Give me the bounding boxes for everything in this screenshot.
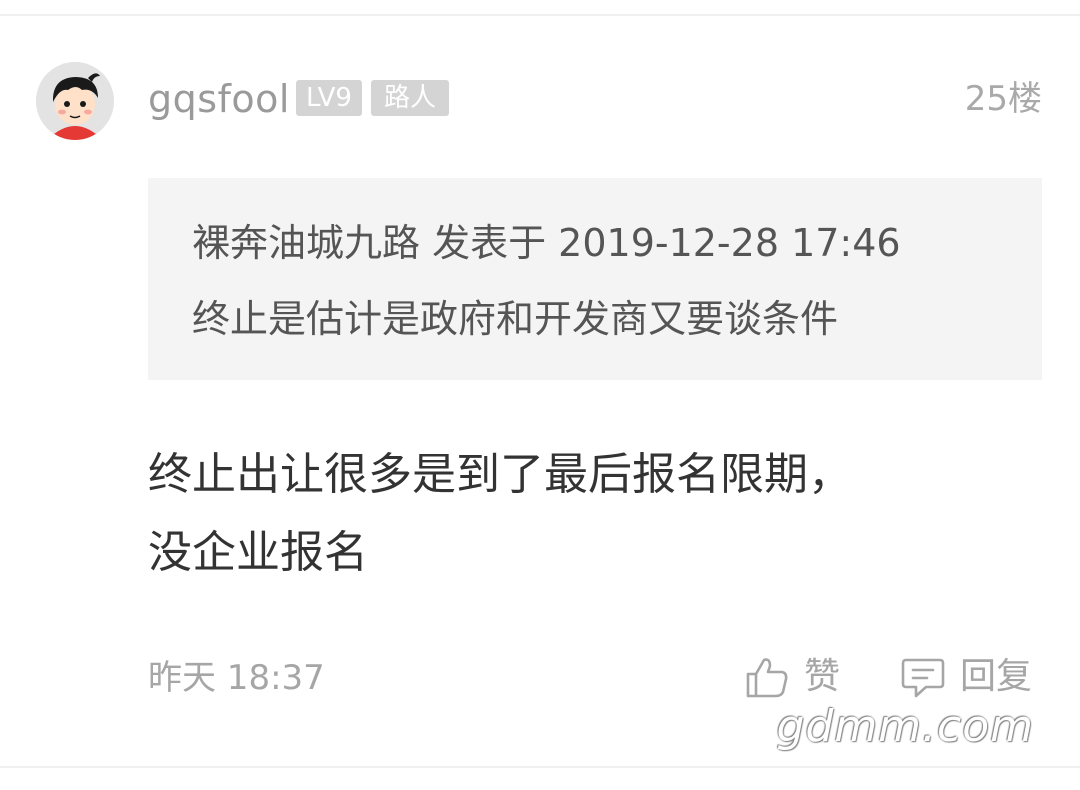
- floor-number: 25楼: [964, 79, 1042, 119]
- post-time: 昨天 18:37: [148, 658, 325, 698]
- avatar[interactable]: [36, 62, 114, 140]
- content-line: 没企业报名: [148, 527, 368, 578]
- quote-text: 终止是估计是政府和开发商又要谈条件: [192, 297, 839, 341]
- thumbs-up-icon: [746, 658, 788, 698]
- quote-meta: 裸奔油城九路 发表于 2019-12-28 17:46: [192, 221, 901, 265]
- comment-icon: [901, 658, 945, 698]
- cartoon-boy-avatar-icon: [36, 62, 114, 140]
- role-badge: 路人: [371, 80, 449, 116]
- watermark: gdmm.com: [776, 701, 1034, 752]
- level-badge: LV9: [296, 80, 362, 116]
- content-line: 终止出让很多是到了最后报名限期，: [148, 449, 852, 500]
- bottom-divider: [0, 766, 1080, 768]
- like-label: 赞: [804, 656, 841, 697]
- username[interactable]: gqsfool: [148, 76, 290, 122]
- comment-card: gqsfool LV9 路人 25楼 裸奔油城九路 发表于 2019-12-28…: [0, 0, 1080, 790]
- like-button[interactable]: 赞: [744, 652, 840, 702]
- comment-content: 终止出让很多是到了最后报名限期， 没企业报名: [148, 436, 1028, 592]
- reply-label: 回复: [960, 656, 1033, 697]
- reply-button[interactable]: 回复: [900, 652, 1032, 702]
- top-divider: [0, 14, 1080, 16]
- quoted-post[interactable]: [148, 178, 1042, 380]
